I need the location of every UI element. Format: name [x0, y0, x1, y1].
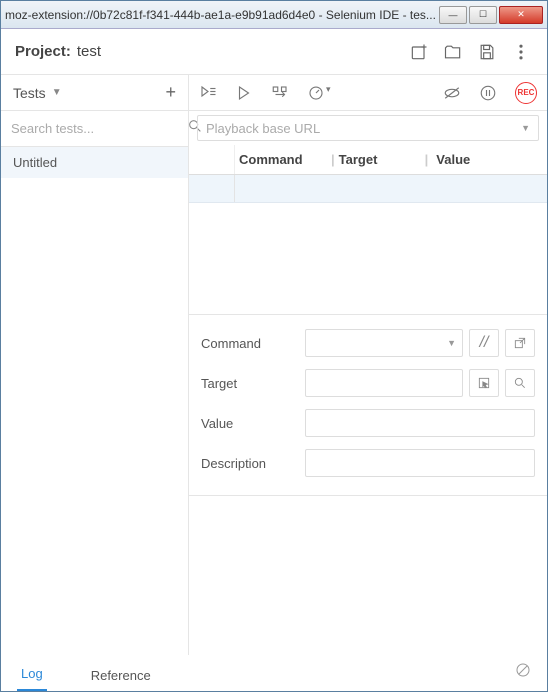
window-buttons: — ☐ ✕	[439, 6, 543, 24]
main-split: Tests ▼ + Untitled ▾	[1, 75, 547, 655]
app-window: moz-extension://0b72c81f-f341-444b-ae1a-…	[0, 0, 548, 692]
label-command: Command	[201, 336, 305, 351]
label-value: Value	[201, 416, 305, 431]
test-item[interactable]: Untitled	[1, 147, 188, 178]
tests-list: Untitled	[1, 147, 188, 655]
gutter-col	[189, 145, 235, 174]
search-tests-input[interactable]	[11, 121, 187, 136]
label-target: Target	[201, 376, 305, 391]
bottom-tabs: Log Reference	[1, 655, 547, 691]
run-all-icon[interactable]	[199, 84, 217, 102]
run-current-icon[interactable]	[235, 84, 253, 102]
window-titlebar: moz-extension://0b72c81f-f341-444b-ae1a-…	[1, 1, 547, 29]
toolbar: ▾ REC	[189, 75, 547, 111]
command-table-header: Command | Target | Value	[189, 145, 547, 175]
table-row[interactable]	[189, 175, 547, 203]
open-new-window-button[interactable]	[505, 329, 535, 357]
tests-label: Tests	[13, 85, 46, 101]
find-target-button[interactable]	[505, 369, 535, 397]
save-project-icon[interactable]	[475, 40, 499, 64]
label-description: Description	[201, 456, 305, 471]
close-button[interactable]: ✕	[499, 6, 543, 24]
base-url-input[interactable]: Playback base URL ▼	[197, 115, 539, 141]
toggle-comment-button[interactable]: //	[469, 329, 499, 357]
target-input[interactable]	[305, 369, 463, 397]
description-input[interactable]	[305, 449, 535, 477]
url-bar: Playback base URL ▼	[189, 111, 547, 145]
chevron-down-icon: ▼	[521, 123, 530, 133]
chevron-down-icon: ▼	[52, 87, 62, 98]
tests-dropdown[interactable]: Tests ▼ +	[1, 75, 188, 111]
clear-log-icon[interactable]	[515, 654, 531, 691]
project-name[interactable]: test	[77, 43, 101, 60]
add-test-button[interactable]: +	[165, 82, 176, 103]
step-over-icon[interactable]	[271, 84, 289, 102]
pause-icon[interactable]	[479, 84, 497, 102]
select-target-button[interactable]	[469, 369, 499, 397]
record-button[interactable]: REC	[515, 82, 537, 104]
maximize-button[interactable]: ☐	[469, 6, 497, 24]
tab-log[interactable]: Log	[17, 658, 47, 691]
more-menu-icon[interactable]	[509, 40, 533, 64]
search-tests-wrap	[1, 111, 188, 147]
minimize-button[interactable]: —	[439, 6, 467, 24]
tab-reference[interactable]: Reference	[87, 660, 155, 691]
value-input[interactable]	[305, 409, 535, 437]
window-title: moz-extension://0b72c81f-f341-444b-ae1a-…	[5, 8, 439, 22]
header-bar: Project: test	[1, 29, 547, 75]
new-project-icon[interactable]	[407, 40, 431, 64]
sidebar: Tests ▼ + Untitled	[1, 75, 189, 655]
command-table[interactable]	[189, 175, 547, 315]
disable-breakpoints-icon[interactable]	[443, 84, 461, 102]
col-command: Command	[235, 152, 327, 167]
app-body: Project: test Tests ▼ + Untitled	[1, 29, 547, 691]
command-form: Command ▼ // Target	[189, 315, 547, 496]
bottom-panel: Log Reference	[1, 655, 547, 691]
main-panel: ▾ REC Playback base URL ▼ Command |	[189, 75, 547, 655]
col-target: Target	[339, 152, 421, 167]
open-project-icon[interactable]	[441, 40, 465, 64]
col-value: Value	[432, 152, 547, 167]
project-label: Project:	[15, 43, 71, 60]
command-select[interactable]: ▼	[305, 329, 463, 357]
speed-icon[interactable]: ▾	[307, 84, 331, 102]
base-url-placeholder: Playback base URL	[206, 121, 320, 136]
